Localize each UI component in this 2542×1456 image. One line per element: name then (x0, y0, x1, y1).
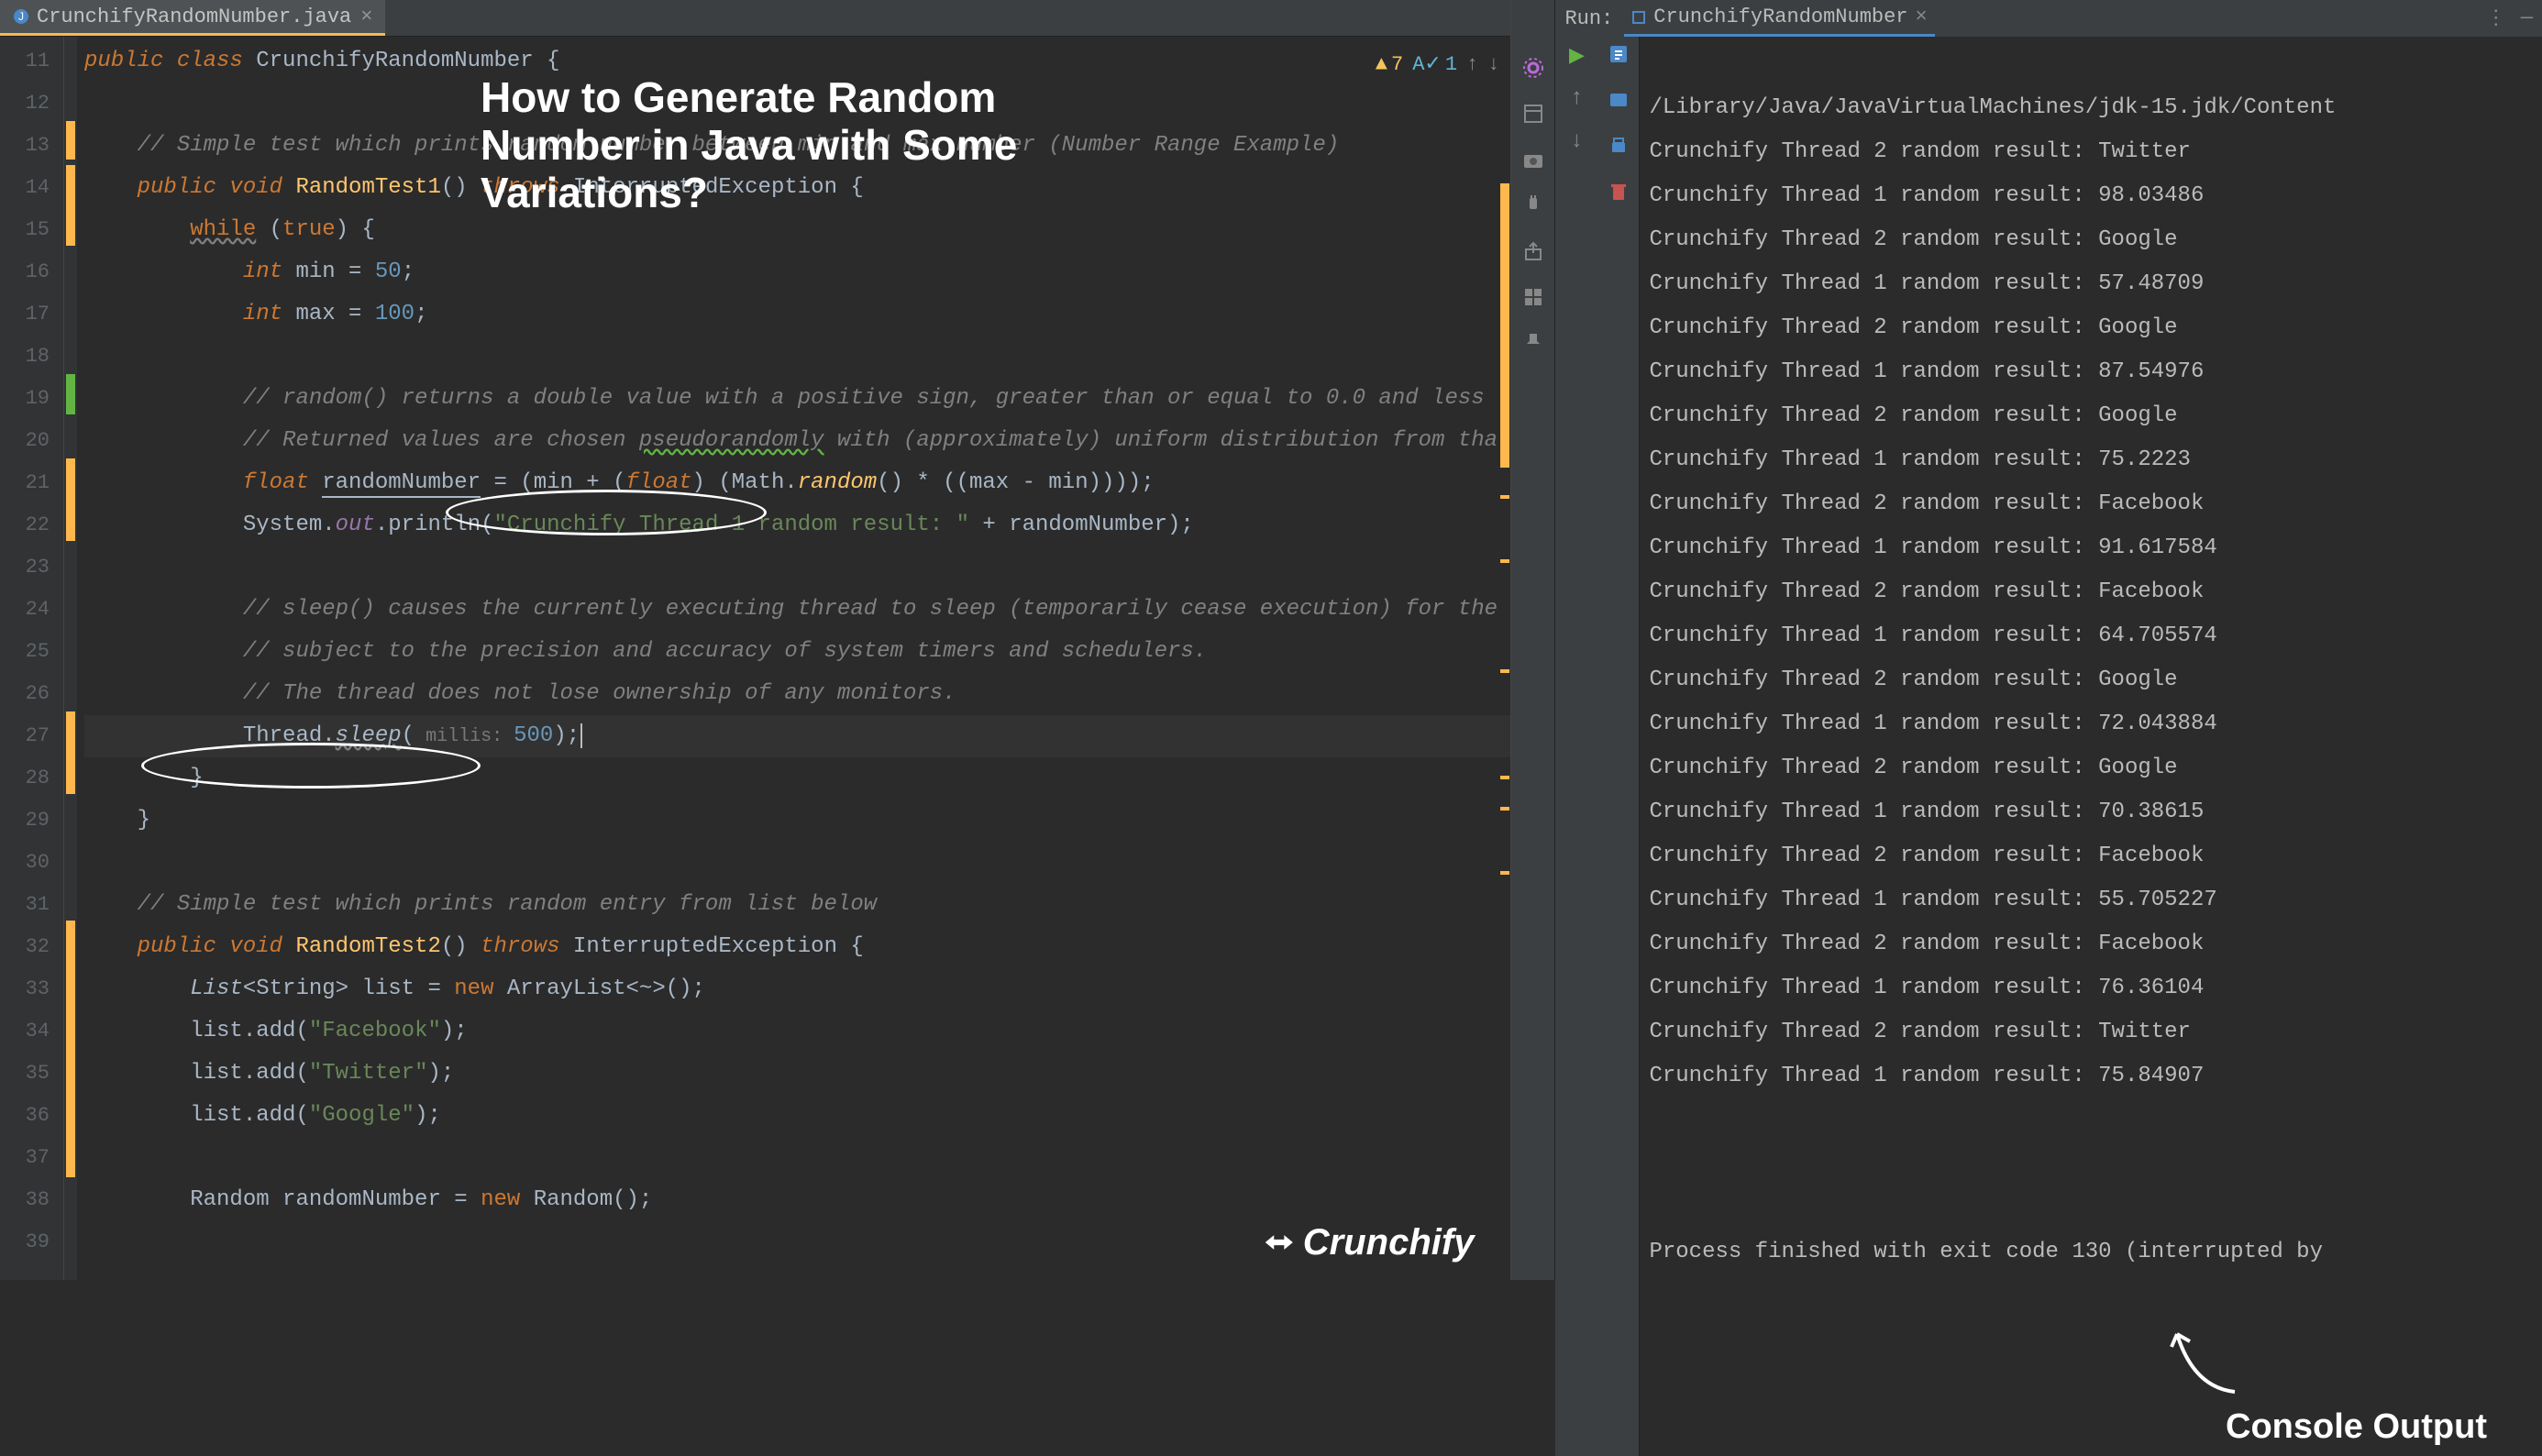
print-icon[interactable] (1608, 136, 1629, 163)
crunchify-logo: Crunchify (1261, 1221, 1475, 1263)
console-line: Crunchify Thread 2 random result: Google (1649, 306, 2533, 350)
console-exit: Process finished with exit code 130 (int… (1649, 1240, 2336, 1264)
console-output[interactable]: /Library/Java/JavaVirtualMachines/jdk-15… (1640, 37, 2542, 1456)
wrap-icon[interactable] (1608, 90, 1629, 117)
change-markers (64, 37, 77, 1280)
stop-icon[interactable]: ↑ (1570, 86, 1583, 111)
pin-icon[interactable] (1520, 330, 1546, 356)
run-tool-col-1: ▶ ↑ ↓ (1555, 37, 1597, 1456)
console-line: Crunchify Thread 1 random result: 87.549… (1649, 350, 2533, 394)
run-tab[interactable]: CrunchifyRandomNumber × (1624, 0, 1934, 37)
console-line: Crunchify Thread 2 random result: Facebo… (1649, 834, 2533, 878)
console-line: Crunchify Thread 2 random result: Twitte… (1649, 130, 2533, 174)
console-line: Crunchify Thread 1 random result: 55.705… (1649, 878, 2533, 922)
console-line: Crunchify Thread 2 random result: Google (1649, 746, 2533, 790)
side-toolbar (1511, 0, 1555, 1280)
console-line: Crunchify Thread 1 random result: 64.705… (1649, 614, 2533, 658)
console-output-label: Console Output (2226, 1405, 2487, 1449)
run-panel: Run: CrunchifyRandomNumber × ⋮ — ▶ ↑ ↓ /… (1555, 0, 2542, 1280)
gear-icon[interactable] (1520, 55, 1546, 81)
console-line: Crunchify Thread 2 random result: Google (1649, 394, 2533, 438)
editor-scrollbar-markers[interactable] (1499, 37, 1510, 1280)
editor-panel: J CrunchifyRandomNumber.java × ▶11 12131… (0, 0, 1511, 1280)
console-command: /Library/Java/JavaVirtualMachines/jdk-15… (1649, 95, 2336, 120)
annotation-arrow (2166, 1323, 2249, 1406)
editor-tab[interactable]: J CrunchifyRandomNumber.java × (0, 0, 385, 36)
console-line: Crunchify Thread 1 random result: 76.361… (1649, 966, 2533, 1010)
run-header: Run: CrunchifyRandomNumber × ⋮ — (1555, 0, 2542, 37)
console-line: Crunchify Thread 1 random result: 75.222… (1649, 438, 2533, 482)
down-arrow-icon[interactable]: ↓ (1570, 129, 1583, 154)
camera-icon[interactable] (1520, 147, 1546, 172)
layout-icon[interactable] (1520, 101, 1546, 127)
editor-tab-label: CrunchifyRandomNumber.java (37, 6, 351, 28)
close-icon[interactable]: × (1916, 6, 1928, 28)
console-lines: Crunchify Thread 2 random result: Twitte… (1649, 130, 2533, 1098)
editor-body: ▶11 121314151617181920 21222324252627282… (0, 37, 1510, 1280)
console-line: Crunchify Thread 1 random result: 75.849… (1649, 1054, 2533, 1098)
trash-icon[interactable] (1609, 182, 1628, 209)
scroll-icon[interactable] (1608, 44, 1629, 72)
java-file-icon: J (13, 8, 29, 25)
line-number-gutter: ▶11 121314151617181920 21222324252627282… (0, 37, 64, 1280)
run-label: Run: (1564, 7, 1613, 30)
console-line: Crunchify Thread 1 random result: 57.487… (1649, 262, 2533, 306)
console-line: Crunchify Thread 1 random result: 72.043… (1649, 702, 2533, 746)
close-icon[interactable]: × (360, 6, 372, 28)
more-icon[interactable]: ⋮ (2486, 6, 2506, 30)
console-line: Crunchify Thread 2 random result: Facebo… (1649, 570, 2533, 614)
run-tab-label: CrunchifyRandomNumber (1653, 6, 1907, 28)
console-line: Crunchify Thread 1 random result: 98.034… (1649, 174, 2533, 218)
rerun-icon[interactable]: ▶ (1569, 44, 1585, 68)
run-tool-col-2 (1597, 37, 1640, 1456)
console-line: Crunchify Thread 1 random result: 91.617… (1649, 526, 2533, 570)
console-line: Crunchify Thread 2 random result: Google (1649, 658, 2533, 702)
svg-text:J: J (18, 10, 24, 23)
run-body: ▶ ↑ ↓ /Library/Java/JavaVirtualMachines/… (1555, 37, 2542, 1456)
console-line: Crunchify Thread 2 random result: Google (1649, 218, 2533, 262)
run-tab-icon (1631, 10, 1646, 25)
run-gutter-icon[interactable]: ▶11 (0, 40, 50, 83)
console-line: Crunchify Thread 2 random result: Facebo… (1649, 482, 2533, 526)
console-line: Crunchify Thread 2 random result: Twitte… (1649, 1010, 2533, 1054)
console-line: Crunchify Thread 2 random result: Facebo… (1649, 922, 2533, 966)
overlay-title: How to Generate Random Number in Java wi… (481, 73, 1031, 216)
console-line: Crunchify Thread 1 random result: 70.386… (1649, 790, 2533, 834)
current-line: Thread.sleep( millis: 500); (84, 715, 1510, 757)
editor-tab-bar: J CrunchifyRandomNumber.java × (0, 0, 1510, 37)
plug-icon[interactable] (1520, 193, 1546, 218)
minimize-icon[interactable]: — (2521, 6, 2533, 30)
code-area[interactable]: ▲7 A✓1 ↑ ↓ public class CrunchifyRandomN… (77, 37, 1510, 1280)
export-icon[interactable] (1520, 238, 1546, 264)
dashboard-icon[interactable] (1520, 284, 1546, 310)
